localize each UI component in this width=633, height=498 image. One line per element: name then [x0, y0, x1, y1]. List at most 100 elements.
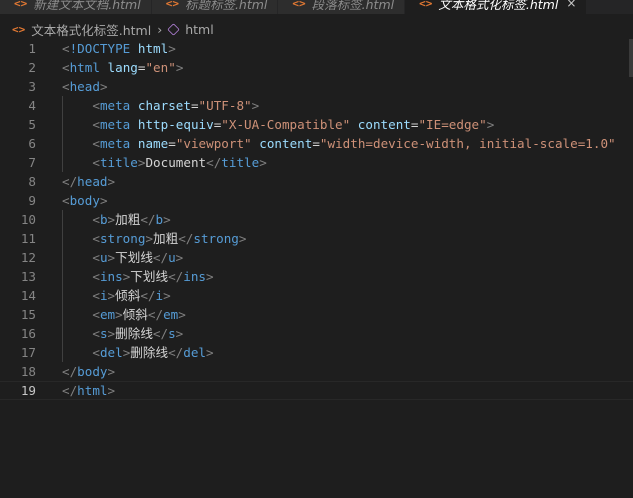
code-line[interactable]: 16 <s>删除线</s> — [0, 324, 633, 343]
line-text: <title>Document</title> — [62, 153, 267, 172]
code-token: </ — [178, 231, 194, 246]
code-line[interactable]: 6 <meta name="viewport" content="width=d… — [0, 134, 633, 153]
html-file-icon: <> — [419, 0, 433, 10]
line-number: 8 — [28, 174, 36, 189]
code-line[interactable]: 3 <head> — [0, 77, 633, 96]
code-token: > — [175, 60, 184, 75]
code-token: 下划线 — [115, 250, 153, 265]
code-token: < — [92, 345, 100, 360]
html-file-icon: <> — [12, 22, 26, 36]
line-number: 6 — [28, 136, 36, 151]
code-token: > — [99, 79, 108, 94]
code-line[interactable]: 17 <del>删除线</del> — [0, 343, 633, 362]
code-token: </ — [152, 250, 169, 265]
code-line[interactable]: 5 <meta http-equiv="X-UA-Compatible" con… — [0, 115, 633, 134]
line-number: 12 — [20, 250, 36, 265]
code-token: > — [163, 288, 171, 303]
code-line[interactable]: 13 <ins>下划线</ins> — [0, 267, 633, 286]
close-icon[interactable]: × — [566, 0, 576, 10]
line-text: <meta name="viewport" content="width=dev… — [62, 134, 616, 153]
code-token: del — [183, 345, 206, 360]
tab-label: 标题标签.html — [184, 0, 268, 12]
code-token: > — [107, 364, 116, 379]
code-line[interactable]: 14 <i>倾斜</i> — [0, 286, 633, 305]
code-line[interactable]: 2 <html lang="en"> — [0, 58, 633, 77]
html-file-icon: <> — [292, 0, 306, 10]
code-token: "X-UA-Compatible" — [221, 117, 351, 132]
line-number: 3 — [28, 79, 36, 94]
code-token: content — [259, 136, 313, 151]
line-number: 11 — [20, 231, 36, 246]
code-token: "IE=edge" — [418, 117, 487, 132]
breadcrumb-node[interactable]: html — [185, 22, 213, 37]
code-token: del — [99, 345, 123, 360]
code-line[interactable]: 8 </head> — [0, 172, 633, 191]
code-token: title — [99, 155, 138, 170]
code-token: lang — [107, 60, 138, 75]
code-token: > — [486, 117, 495, 132]
code-token: </ — [62, 174, 78, 189]
code-line[interactable]: 10 <b>加粗</b> — [0, 210, 633, 229]
code-token: > — [107, 174, 116, 189]
code-token: </ — [168, 345, 184, 360]
code-line[interactable]: 11 <strong>加粗</strong> — [0, 229, 633, 248]
code-token: http-equiv — [137, 117, 214, 132]
code-line[interactable]: 4 <meta charset="UTF-8"> — [0, 96, 633, 115]
tab-heading-tags[interactable]: <> 标题标签.html — [151, 0, 279, 14]
code-line[interactable]: 15 <em>倾斜</em> — [0, 305, 633, 324]
code-token: html — [69, 60, 100, 75]
scrollbar-thumb[interactable] — [629, 39, 633, 77]
code-token: < — [62, 60, 70, 75]
code-token: strong — [99, 231, 146, 246]
code-token: 加粗 — [115, 212, 141, 227]
code-line[interactable]: 1 <!DOCTYPE html> — [0, 39, 633, 58]
code-token: > — [107, 212, 116, 227]
tab-new-text-document[interactable]: <> 新建文本文档.html — [0, 0, 152, 14]
code-line[interactable]: 9 <body> — [0, 191, 633, 210]
code-token: em — [99, 307, 116, 322]
code-token: < — [92, 250, 100, 265]
code-token: > — [205, 345, 214, 360]
code-area[interactable]: 1 <!DOCTYPE html> 2 <html lang="en"> 3 <head>… — [0, 39, 633, 400]
line-text: <ins>下划线</ins> — [62, 267, 213, 286]
tab-text-formatting-tags[interactable]: <> 文本格式化标签.html × — [405, 0, 588, 14]
code-token: body — [77, 364, 108, 379]
code-token: strong — [193, 231, 239, 246]
breadcrumb-file[interactable]: 文本格式化标签.html — [31, 20, 151, 39]
code-line[interactable]: 19 </html> — [0, 381, 633, 400]
code-token: > — [175, 326, 184, 341]
line-text: <s>删除线</s> — [62, 324, 183, 343]
code-token: </ — [62, 383, 78, 398]
code-token: < — [92, 288, 100, 303]
code-token: </ — [206, 155, 222, 170]
line-text: </head> — [62, 172, 115, 191]
code-token: > — [175, 250, 184, 265]
line-number: 19 — [20, 383, 36, 398]
line-text: <meta http-equiv="X-UA-Compatible" conte… — [62, 115, 494, 134]
tab-paragraph-tags[interactable]: <> 段落标签.html — [278, 0, 406, 14]
code-token: ins — [183, 269, 206, 284]
code-line[interactable]: 18 </body> — [0, 362, 633, 381]
code-line[interactable]: 12 <u>下划线</u> — [0, 248, 633, 267]
code-token: 删除线 — [115, 326, 153, 341]
code-token: < — [92, 155, 100, 170]
code-token: 删除线 — [130, 345, 169, 360]
code-token: title — [221, 155, 260, 170]
code-token: 倾斜 — [122, 307, 148, 322]
code-token: u — [168, 250, 176, 265]
line-number: 1 — [28, 41, 36, 56]
code-token: head — [77, 174, 108, 189]
tab-bar: <> 新建文本文档.html <> 标题标签.html <> 段落标签.html… — [0, 0, 633, 14]
code-token: < — [92, 231, 100, 246]
code-token: > — [259, 155, 267, 170]
code-token: "width=device-width, initial-scale=1.0" — [319, 136, 616, 151]
code-line[interactable]: 7 <title>Document</title> — [0, 153, 633, 172]
